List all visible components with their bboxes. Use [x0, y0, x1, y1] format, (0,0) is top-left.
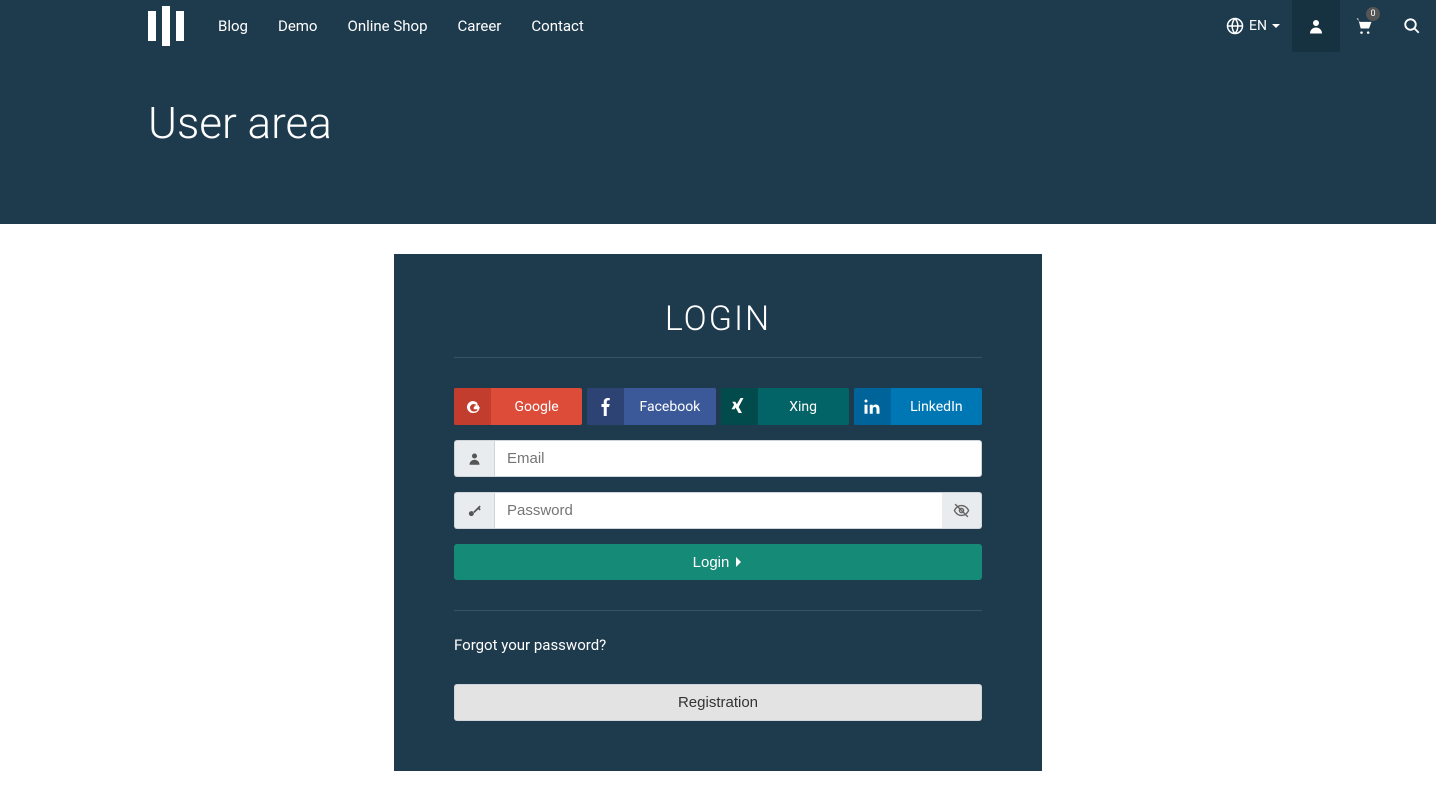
user-icon [1307, 17, 1325, 35]
password-input-group [454, 492, 982, 529]
cart-count-badge: 0 [1366, 7, 1380, 21]
page-title: User area [148, 97, 1288, 149]
registration-button[interactable]: Registration [454, 684, 982, 721]
password-input[interactable] [494, 492, 942, 529]
google-icon [454, 388, 491, 425]
social-login-row: Google Facebook Xing LinkedIn [454, 388, 982, 425]
nav-contact[interactable]: Contact [516, 0, 598, 52]
xing-label: Xing [758, 399, 849, 415]
chevron-right-icon [735, 556, 743, 568]
login-heading: LOGIN [454, 299, 982, 358]
section-divider [454, 610, 982, 611]
linkedin-icon [854, 388, 891, 425]
nav-demo[interactable]: Demo [263, 0, 333, 52]
globe-icon [1226, 17, 1244, 35]
user-account-button[interactable] [1292, 0, 1340, 52]
user-icon [467, 451, 482, 466]
nav-blog[interactable]: Blog [203, 0, 263, 52]
header-left-group: Blog Demo Online Shop Career Contact [148, 0, 599, 52]
email-input[interactable] [494, 440, 982, 477]
user-icon-prefix [454, 440, 494, 477]
login-panel: LOGIN Google Facebook Xing LinkedIn [394, 254, 1042, 771]
google-login-button[interactable]: Google [454, 388, 582, 425]
nav-online-shop[interactable]: Online Shop [333, 0, 443, 52]
key-icon [467, 503, 482, 518]
xing-icon [721, 388, 758, 425]
search-icon [1403, 17, 1421, 35]
toggle-password-visibility[interactable] [942, 492, 982, 529]
language-label: EN [1249, 18, 1267, 34]
cart-button[interactable]: 0 [1340, 0, 1388, 52]
hero-banner: User area [0, 52, 1436, 224]
login-button-label: Login [693, 554, 730, 571]
search-button[interactable] [1388, 0, 1436, 52]
header-right-group: EN 0 [1214, 0, 1436, 52]
facebook-icon [587, 388, 624, 425]
facebook-label: Facebook [624, 399, 715, 415]
chevron-down-icon [1272, 24, 1280, 28]
linkedin-label: LinkedIn [891, 399, 982, 415]
forgot-password-link[interactable]: Forgot your password? [454, 636, 982, 654]
xing-login-button[interactable]: Xing [721, 388, 849, 425]
key-icon-prefix [454, 492, 494, 529]
nav-career[interactable]: Career [443, 0, 517, 52]
primary-nav: Blog Demo Online Shop Career Contact [203, 0, 599, 52]
language-selector[interactable]: EN [1214, 0, 1292, 52]
google-label: Google [491, 399, 582, 415]
eye-slash-icon [953, 502, 970, 519]
email-input-group [454, 440, 982, 477]
facebook-login-button[interactable]: Facebook [587, 388, 715, 425]
site-logo[interactable] [148, 6, 184, 46]
linkedin-login-button[interactable]: LinkedIn [854, 388, 982, 425]
logo-icon [148, 6, 184, 46]
main-header: Blog Demo Online Shop Career Contact EN [0, 0, 1436, 52]
login-submit-button[interactable]: Login [454, 544, 982, 580]
